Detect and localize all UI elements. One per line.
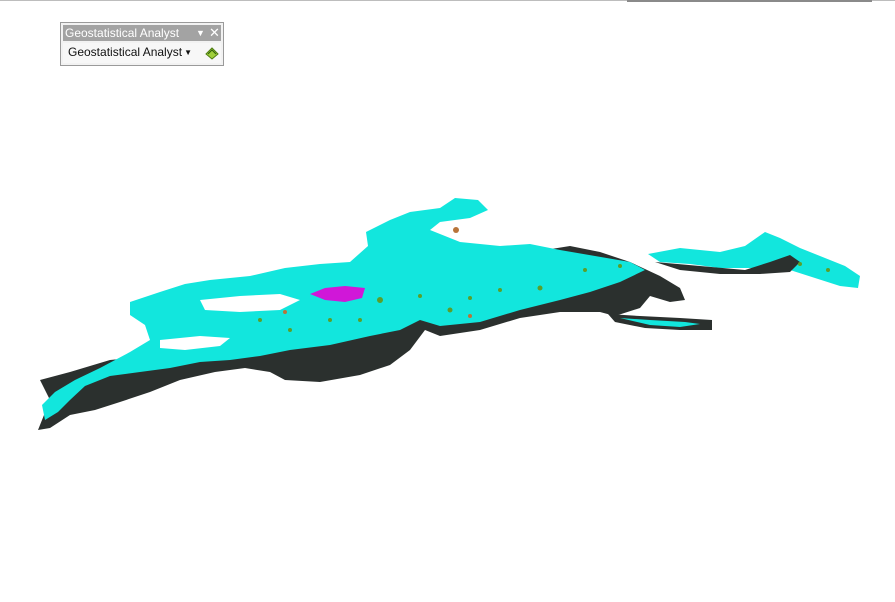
toolbar-body: Geostatistical Analyst ▼ bbox=[63, 43, 221, 63]
geostatistical-analyst-menu-button[interactable]: Geostatistical Analyst ▼ bbox=[68, 45, 192, 59]
menu-caret-icon: ▼ bbox=[184, 48, 192, 58]
toolbar-options-chevron-down-icon[interactable]: ▼ bbox=[196, 25, 205, 41]
close-icon[interactable]: ✕ bbox=[209, 25, 220, 41]
toolbar-title: Geostatistical Analyst bbox=[65, 26, 180, 40]
geostatistical-wizard-icon[interactable] bbox=[204, 45, 220, 61]
map-view[interactable] bbox=[0, 0, 895, 602]
map-east-arm bbox=[648, 232, 860, 288]
menu-button-label: Geostatistical Analyst bbox=[68, 45, 183, 59]
toolbar-title-bar[interactable]: Geostatistical Analyst ▼ ✕ bbox=[63, 25, 221, 41]
geostatistical-analyst-toolbar: Geostatistical Analyst ▼ ✕ Geostatistica… bbox=[60, 22, 224, 66]
